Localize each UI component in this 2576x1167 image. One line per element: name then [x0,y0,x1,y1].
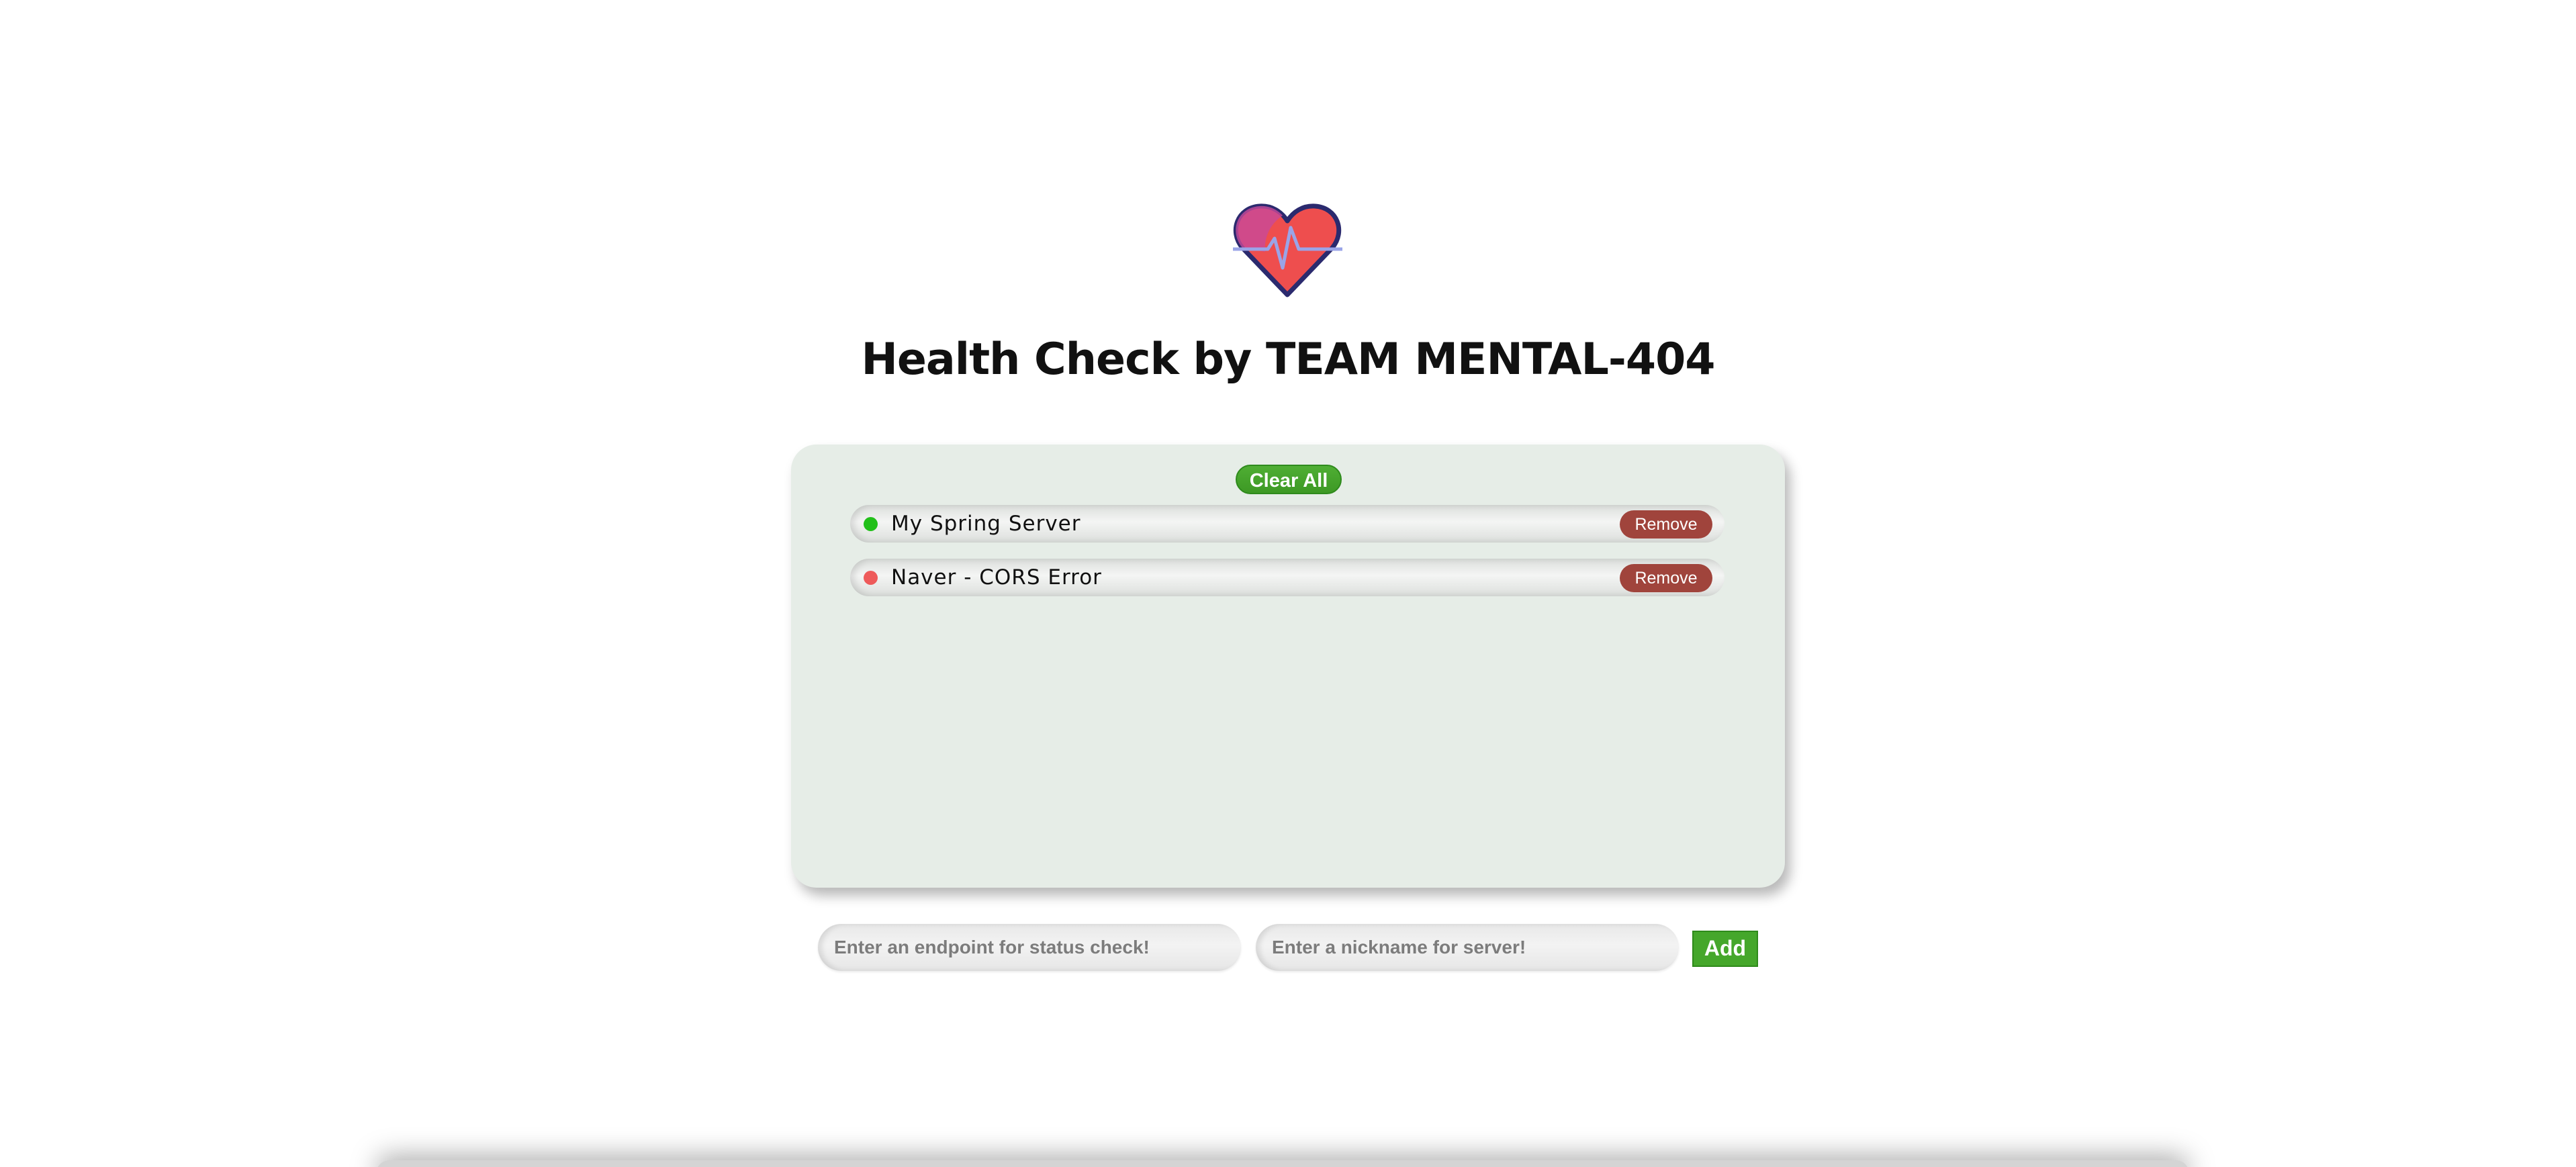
health-check-page: Health Check by TEAM MENTAL-404 Clear Al… [0,0,2576,1167]
status-error-icon [864,571,878,585]
nickname-input[interactable] [1256,924,1679,971]
server-name: My Spring Server [891,512,1081,536]
status-healthy-icon [864,517,878,531]
server-list-panel: Clear All My Spring Server Remove Naver … [791,445,1785,888]
server-item: My Spring Server Remove [850,505,1724,543]
endpoint-input[interactable] [818,924,1241,971]
heart-pulse-icon [1233,203,1342,297]
remove-button[interactable]: Remove [1620,564,1712,592]
server-item: Naver - CORS Error Remove [850,559,1724,596]
bottom-shadow [376,1160,2189,1167]
page-title: Health Check by TEAM MENTAL-404 [861,334,1715,385]
add-button[interactable]: Add [1692,931,1758,967]
server-name: Naver - CORS Error [891,565,1102,590]
remove-button[interactable]: Remove [1620,510,1712,539]
server-list: My Spring Server Remove Naver - CORS Err… [850,505,1724,612]
clear-all-button[interactable]: Clear All [1236,465,1342,494]
